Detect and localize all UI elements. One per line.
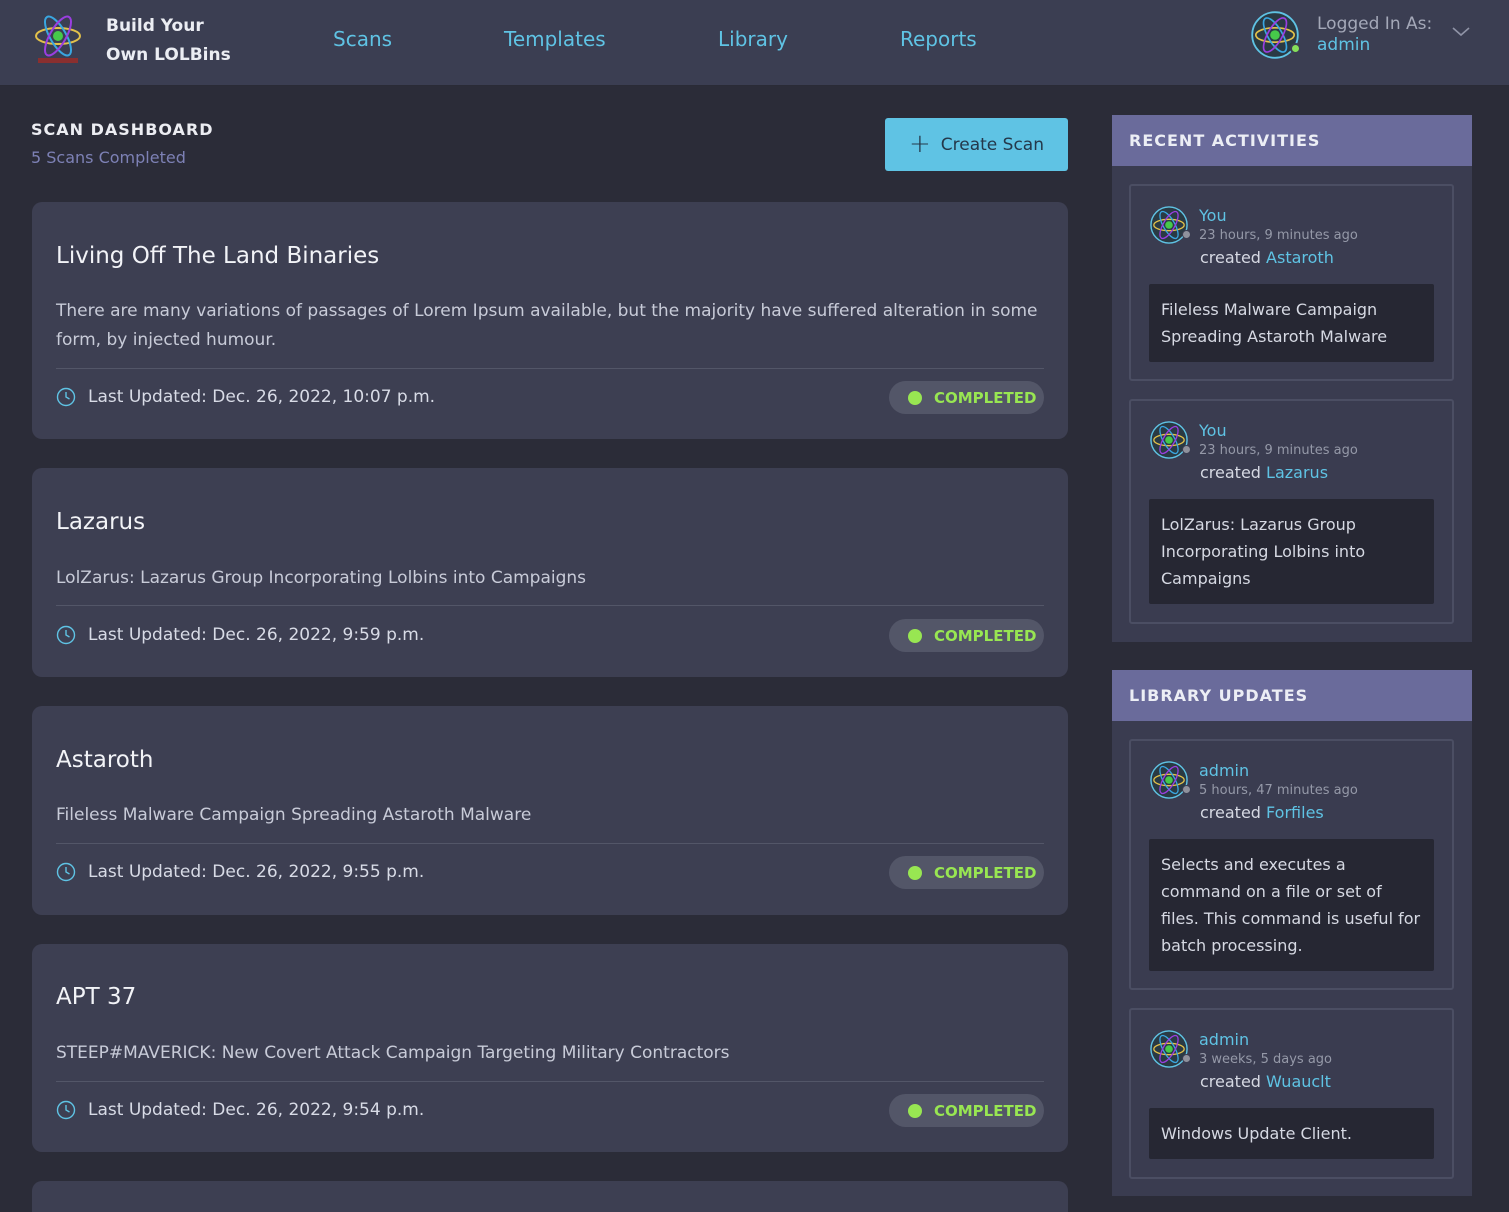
logged-in-label: Logged In As: xyxy=(1317,14,1433,34)
scan-title[interactable]: APT 37 xyxy=(56,984,136,1010)
activity-user[interactable]: You xyxy=(1199,206,1227,225)
logged-in-username[interactable]: admin xyxy=(1317,35,1370,55)
divider xyxy=(56,368,1044,369)
activity-item: You 23 hours, 9 minutes ago created Asta… xyxy=(1129,184,1454,381)
activity-item: You 23 hours, 9 minutes ago created Laza… xyxy=(1129,399,1454,624)
activity-action: created Forfiles xyxy=(1200,803,1324,822)
online-status-dot xyxy=(1290,43,1301,54)
brand-line-1: Build Your xyxy=(106,16,204,36)
activity-detail: Windows Update Client. xyxy=(1149,1108,1434,1159)
activity-target-link[interactable]: Astaroth xyxy=(1266,248,1334,267)
dashboard-title: SCAN DASHBOARD xyxy=(31,120,214,139)
scan-card[interactable] xyxy=(32,1181,1068,1212)
nav-reports[interactable]: Reports xyxy=(900,27,977,51)
activity-user[interactable]: admin xyxy=(1199,761,1249,780)
activity-target-link[interactable]: Forfiles xyxy=(1266,803,1324,822)
status-dot xyxy=(908,628,922,643)
status-label: COMPLETED xyxy=(934,626,1037,645)
scans-count: 5 Scans Completed xyxy=(31,148,186,167)
plus-icon: + xyxy=(908,128,931,159)
activity-user[interactable]: admin xyxy=(1199,1030,1249,1049)
activity-action: created Wuauclt xyxy=(1200,1072,1331,1091)
activity-detail: Fileless Malware Campaign Spreading Asta… xyxy=(1149,284,1434,362)
activity-detail: Selects and executes a command on a file… xyxy=(1149,839,1434,971)
top-navbar: Build Your Own LOLBins Scans Templates L… xyxy=(0,0,1509,86)
panel-title: RECENT ACTIVITIES xyxy=(1112,115,1472,166)
library-updates-panel: LIBRARY UPDATES admin 5 hours, 47 minute… xyxy=(1112,670,1472,1196)
scan-description: LolZarus: Lazarus Group Incorporating Lo… xyxy=(56,568,587,588)
last-updated: Last Updated: Dec. 26, 2022, 9:54 p.m. xyxy=(88,1100,425,1120)
status-badge: COMPLETED xyxy=(889,619,1044,652)
status-dot xyxy=(1182,445,1191,454)
activity-time: 5 hours, 47 minutes ago xyxy=(1199,783,1358,798)
brand-line-2: Own LOLBins xyxy=(106,45,231,65)
avatar[interactable] xyxy=(1150,1030,1188,1068)
avatar[interactable] xyxy=(1150,761,1188,799)
scan-card[interactable]: Living Off The Land Binaries There are m… xyxy=(32,202,1068,439)
activity-time: 23 hours, 9 minutes ago xyxy=(1199,228,1358,243)
activity-time: 23 hours, 9 minutes ago xyxy=(1199,443,1358,458)
activity-user[interactable]: You xyxy=(1199,421,1227,440)
status-label: COMPLETED xyxy=(934,863,1037,882)
divider xyxy=(56,843,1044,844)
create-scan-button[interactable]: + Create Scan xyxy=(885,118,1068,171)
last-updated: Last Updated: Dec. 26, 2022, 9:59 p.m. xyxy=(88,625,425,645)
activity-detail: LolZarus: Lazarus Group Incorporating Lo… xyxy=(1149,499,1434,604)
status-label: COMPLETED xyxy=(934,388,1037,407)
activity-action: created Astaroth xyxy=(1200,248,1334,267)
status-dot xyxy=(908,1103,922,1118)
clock-icon xyxy=(56,1100,76,1120)
last-updated: Last Updated: Dec. 26, 2022, 10:07 p.m. xyxy=(88,387,436,407)
status-badge: COMPLETED xyxy=(889,381,1044,414)
status-badge: COMPLETED xyxy=(889,856,1044,889)
action-verb: created xyxy=(1200,803,1261,822)
action-verb: created xyxy=(1200,1072,1261,1091)
activity-action: created Lazarus xyxy=(1200,463,1328,482)
create-scan-label: Create Scan xyxy=(940,134,1045,155)
scan-card[interactable]: Lazarus LolZarus: Lazarus Group Incorpor… xyxy=(32,468,1068,677)
divider xyxy=(56,1081,1044,1082)
activity-time: 3 weeks, 5 days ago xyxy=(1199,1052,1332,1067)
status-dot xyxy=(908,390,922,405)
scan-card[interactable]: Astaroth Fileless Malware Campaign Sprea… xyxy=(32,706,1068,915)
activity-item: admin 5 hours, 47 minutes ago created Fo… xyxy=(1129,739,1454,990)
clock-icon xyxy=(56,862,76,882)
scan-description: There are many variations of passages of… xyxy=(56,301,1038,350)
scan-meta: Last Updated: Dec. 26, 2022, 10:07 p.m. xyxy=(56,387,435,407)
scan-title[interactable]: Astaroth xyxy=(56,747,153,773)
status-dot xyxy=(1182,785,1191,794)
action-verb: created xyxy=(1200,463,1261,482)
action-verb: created xyxy=(1200,248,1261,267)
activity-target-link[interactable]: Wuauclt xyxy=(1266,1072,1331,1091)
clock-icon xyxy=(56,387,76,407)
avatar[interactable] xyxy=(1150,206,1188,244)
scan-card[interactable]: APT 37 STEEP#MAVERICK: New Covert Attack… xyxy=(32,944,1068,1152)
panel-title: LIBRARY UPDATES xyxy=(1112,670,1472,721)
atom-logo-icon[interactable] xyxy=(32,12,84,66)
nav-library[interactable]: Library xyxy=(718,27,788,51)
avatar[interactable] xyxy=(1150,421,1188,459)
status-label: COMPLETED xyxy=(934,1101,1037,1120)
scan-title[interactable]: Living Off The Land Binaries xyxy=(56,243,379,269)
brand-name[interactable]: Build Your Own LOLBins xyxy=(106,12,231,70)
scan-meta: Last Updated: Dec. 26, 2022, 9:54 p.m. xyxy=(56,1100,424,1120)
recent-activities-panel: RECENT ACTIVITIES You 23 hours, 9 minute… xyxy=(1112,115,1472,642)
status-badge: COMPLETED xyxy=(889,1094,1044,1127)
activity-item: admin 3 weeks, 5 days ago created Wuaucl… xyxy=(1129,1008,1454,1179)
status-dot xyxy=(908,865,922,880)
status-dot xyxy=(1182,230,1191,239)
scan-meta: Last Updated: Dec. 26, 2022, 9:59 p.m. xyxy=(56,625,424,645)
divider xyxy=(56,605,1044,606)
nav-scans[interactable]: Scans xyxy=(333,27,392,51)
scan-meta: Last Updated: Dec. 26, 2022, 9:55 p.m. xyxy=(56,862,424,882)
scan-description: STEEP#MAVERICK: New Covert Attack Campai… xyxy=(56,1043,730,1063)
clock-icon xyxy=(56,625,76,645)
scan-description: Fileless Malware Campaign Spreading Asta… xyxy=(56,805,532,825)
activity-target-link[interactable]: Lazarus xyxy=(1266,463,1328,482)
chevron-down-icon[interactable] xyxy=(1451,22,1471,42)
status-dot xyxy=(1182,1054,1191,1063)
last-updated: Last Updated: Dec. 26, 2022, 9:55 p.m. xyxy=(88,862,425,882)
scan-title[interactable]: Lazarus xyxy=(56,509,145,535)
nav-templates[interactable]: Templates xyxy=(504,27,606,51)
